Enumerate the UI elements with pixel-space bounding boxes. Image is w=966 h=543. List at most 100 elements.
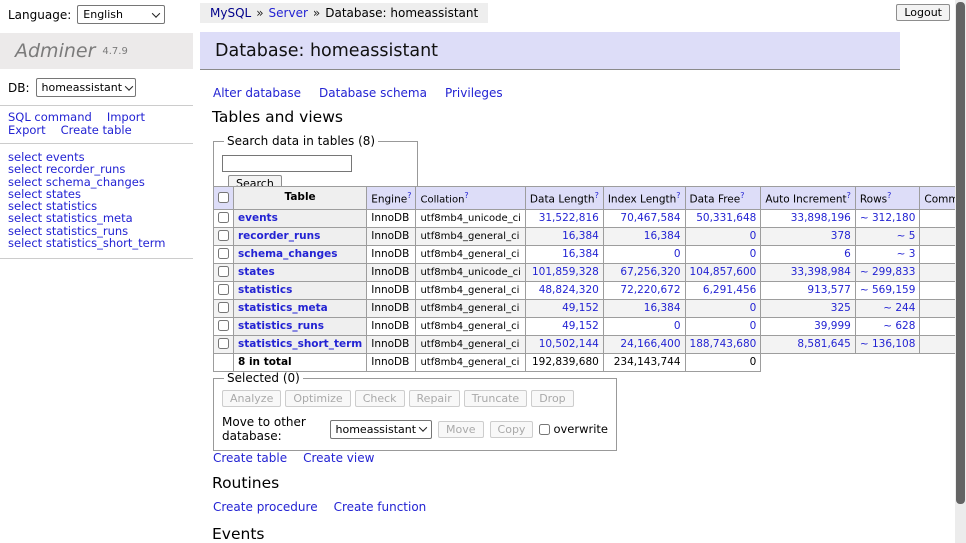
rows-link[interactable]: ~ 299,833 bbox=[860, 266, 916, 278]
data-length-link[interactable]: 31,522,816 bbox=[539, 212, 599, 224]
create-procedure-link[interactable]: Create procedure bbox=[213, 500, 318, 514]
data-length-link[interactable]: 49,152 bbox=[562, 320, 599, 332]
search-input[interactable] bbox=[222, 155, 352, 172]
row-checkbox[interactable] bbox=[218, 230, 229, 241]
index-length-link[interactable]: 67,256,320 bbox=[620, 266, 680, 278]
logout-button[interactable]: Logout bbox=[896, 4, 950, 21]
rows-link[interactable]: ~ 569,159 bbox=[860, 284, 916, 296]
column-help-link[interactable]: ? bbox=[740, 191, 744, 200]
index-length-link[interactable]: 16,384 bbox=[644, 302, 681, 314]
create-function-link[interactable]: Create function bbox=[334, 500, 427, 514]
sidebar-create-table-link[interactable]: Create table bbox=[61, 123, 132, 137]
auto-increment-link[interactable]: 33,398,984 bbox=[791, 266, 851, 278]
table-name-link[interactable]: statistics_runs bbox=[238, 320, 324, 332]
data-free-link[interactable]: 188,743,680 bbox=[690, 338, 757, 350]
sidebar-item-select-recorder-runs[interactable]: select recorder_runs bbox=[8, 163, 165, 175]
row-checkbox[interactable] bbox=[218, 212, 229, 223]
row-checkbox[interactable] bbox=[218, 266, 229, 277]
create-table-link[interactable]: Create table bbox=[213, 451, 287, 465]
rows-link[interactable]: ~ 5 bbox=[897, 230, 916, 242]
engine-cell: InnoDB bbox=[367, 209, 416, 227]
data-length-link[interactable]: 48,824,320 bbox=[539, 284, 599, 296]
auto-increment-link[interactable]: 378 bbox=[831, 230, 851, 242]
data-length-link[interactable]: 16,384 bbox=[562, 230, 599, 242]
drop-button[interactable]: Drop bbox=[531, 390, 573, 407]
data-free-link[interactable]: 6,291,456 bbox=[703, 284, 756, 296]
alter-database-link[interactable]: Alter database bbox=[213, 86, 301, 100]
scrollbar-track[interactable] bbox=[955, 0, 966, 543]
column-help-link[interactable]: ? bbox=[407, 191, 411, 200]
sidebar-export-link[interactable]: Export bbox=[8, 123, 46, 137]
rows-cell: ~ 628 bbox=[855, 317, 920, 335]
move-database-select[interactable]: homeassistant bbox=[330, 420, 433, 439]
column-help-link[interactable]: ? bbox=[464, 191, 468, 200]
column-help-link[interactable]: ? bbox=[676, 191, 680, 200]
select-all-checkbox[interactable] bbox=[218, 192, 229, 203]
data-length-link[interactable]: 101,859,328 bbox=[532, 266, 599, 278]
privileges-link[interactable]: Privileges bbox=[445, 86, 503, 100]
data-free-link[interactable]: 0 bbox=[750, 248, 757, 260]
rows-link[interactable]: ~ 136,108 bbox=[860, 338, 916, 350]
rows-link[interactable]: ~ 3 bbox=[897, 248, 916, 260]
index-length-link[interactable]: 24,166,400 bbox=[620, 338, 680, 350]
database-schema-link[interactable]: Database schema bbox=[319, 86, 427, 100]
data-free-link[interactable]: 0 bbox=[750, 302, 757, 314]
scrollbar-thumb[interactable] bbox=[956, 2, 965, 504]
sidebar-import-link[interactable]: Import bbox=[107, 110, 145, 124]
sidebar-sql-command-link[interactable]: SQL command bbox=[8, 110, 92, 124]
auto-increment-link[interactable]: 6 bbox=[844, 248, 851, 260]
db-select[interactable]: homeassistant bbox=[36, 78, 136, 97]
truncate-button[interactable]: Truncate bbox=[464, 390, 527, 407]
rows-cell: ~ 569,159 bbox=[855, 281, 920, 299]
row-checkbox[interactable] bbox=[218, 302, 229, 313]
row-checkbox[interactable] bbox=[218, 284, 229, 295]
create-view-link[interactable]: Create view bbox=[303, 451, 374, 465]
index-length-link[interactable]: 0 bbox=[674, 248, 681, 260]
optimize-button[interactable]: Optimize bbox=[285, 390, 350, 407]
rows-link[interactable]: ~ 628 bbox=[883, 320, 915, 332]
table-name-link[interactable]: events bbox=[238, 212, 278, 224]
rows-link[interactable]: ~ 244 bbox=[883, 302, 915, 314]
table-name-link[interactable]: statistics_meta bbox=[238, 302, 328, 314]
sidebar-item-select-statistics-meta[interactable]: select statistics_meta bbox=[8, 212, 165, 224]
data-free-link[interactable]: 50,331,648 bbox=[696, 212, 756, 224]
column-help-link[interactable]: ? bbox=[847, 191, 851, 200]
index-length-link[interactable]: 0 bbox=[674, 320, 681, 332]
table-name-link[interactable]: statistics bbox=[238, 284, 292, 296]
analyze-button[interactable]: Analyze bbox=[222, 390, 281, 407]
check-button[interactable]: Check bbox=[355, 390, 405, 407]
table-name-link[interactable]: states bbox=[238, 266, 275, 278]
auto-increment-link[interactable]: 33,898,196 bbox=[791, 212, 851, 224]
index-length-link[interactable]: 72,220,672 bbox=[620, 284, 680, 296]
overwrite-checkbox[interactable] bbox=[539, 424, 550, 435]
rows-link[interactable]: ~ 312,180 bbox=[860, 212, 916, 224]
index-length-link[interactable]: 16,384 bbox=[644, 230, 681, 242]
breadcrumb-mysql-link[interactable]: MySQL bbox=[210, 6, 251, 20]
data-free-link[interactable]: 0 bbox=[750, 230, 757, 242]
copy-button[interactable]: Copy bbox=[490, 421, 534, 438]
data-length-link[interactable]: 16,384 bbox=[562, 248, 599, 260]
table-name-link[interactable]: recorder_runs bbox=[238, 230, 320, 242]
data-free-link[interactable]: 0 bbox=[750, 320, 757, 332]
auto-increment-link[interactable]: 325 bbox=[831, 302, 851, 314]
data-length-link[interactable]: 49,152 bbox=[562, 302, 599, 314]
language-select[interactable]: English bbox=[77, 5, 165, 24]
index-length-link[interactable]: 70,467,584 bbox=[620, 212, 680, 224]
repair-button[interactable]: Repair bbox=[409, 390, 460, 407]
row-checkbox[interactable] bbox=[218, 320, 229, 331]
data-length-link[interactable]: 10,502,144 bbox=[539, 338, 599, 350]
move-button[interactable]: Move bbox=[438, 421, 484, 438]
sidebar-item-select-statistics-short-term[interactable]: select statistics_short_term bbox=[8, 237, 165, 249]
table-name-link[interactable]: schema_changes bbox=[238, 248, 338, 260]
data-free-link[interactable]: 104,857,600 bbox=[690, 266, 757, 278]
row-checkbox[interactable] bbox=[218, 248, 229, 259]
column-help-link[interactable]: ? bbox=[595, 191, 599, 200]
breadcrumb-server-link[interactable]: Server bbox=[269, 6, 308, 20]
row-checkbox[interactable] bbox=[218, 338, 229, 349]
language-selected-value: English bbox=[83, 8, 123, 21]
table-name-link[interactable]: statistics_short_term bbox=[238, 338, 362, 350]
auto-increment-link[interactable]: 39,999 bbox=[814, 320, 851, 332]
auto-increment-link[interactable]: 913,577 bbox=[807, 284, 850, 296]
column-help-link[interactable]: ? bbox=[887, 191, 891, 200]
auto-increment-link[interactable]: 8,581,645 bbox=[797, 338, 850, 350]
